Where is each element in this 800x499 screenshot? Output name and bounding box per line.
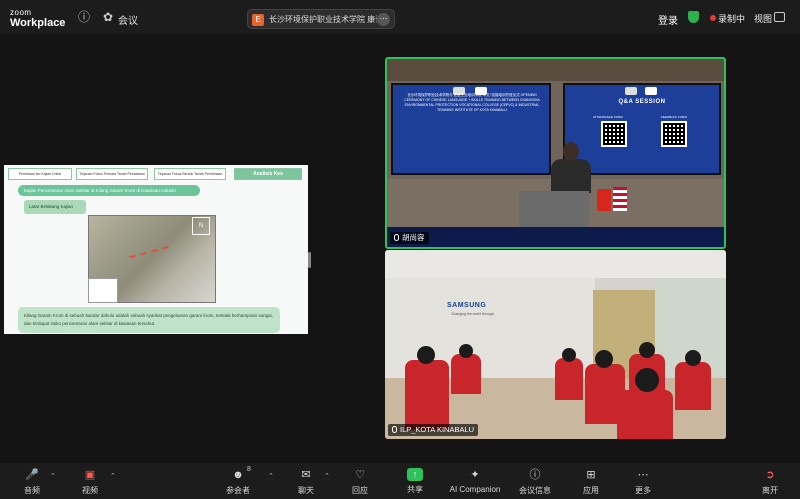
compass-icon: N [192,217,210,235]
mic-muted-icon: 🎤 [25,469,39,481]
participant-name: ILP_KOTA KINABALU [400,425,475,434]
college-logo-icon [625,87,637,95]
slide-tab-active: Analisis Kes [234,168,302,180]
ilp-logo-icon [645,87,657,95]
stage-table [387,227,724,247]
samsung-tagline: Changing the world through [451,312,495,316]
slide-tab: Pemetaan Isu Kajian Untuk Pembelajaran [8,168,72,180]
more-dots-icon[interactable]: ⋯ [377,13,390,26]
mic-icon [394,234,399,241]
qr-code-feedback [661,121,687,147]
meeting-title: 长沙环境保护职业技术学院 康诉 [269,15,377,24]
samsung-logo: SAMSUNG [447,302,487,309]
map-inset [88,278,118,303]
slide-tab: Tinjauan Fokus Bentuk Tanah Pembinaan [154,168,226,180]
student-head [639,342,655,358]
qr-code-attendance [601,121,627,147]
encryption-shield-icon[interactable] [688,11,699,23]
view-button[interactable]: 视图 [754,12,772,25]
slide-tab: Tinjauan Fokus Perkara Tanah Perdataran [76,168,148,180]
video-button[interactable]: ▣ 视频 [70,468,110,496]
participants-icon: ☻ [232,469,244,481]
slide-subheading: Latar Belakang Kajian [24,200,86,214]
meeting-toolbar: 🎤 音频 ⌃ ▣ 视频 ⌃ ☻ 参会者 8 ⌃ ✉ 聊天 ⌃ ♡ 回应 ↑ 共享… [0,463,800,499]
qa-title: Q&A SESSION [618,99,666,105]
student [617,390,673,439]
meeting-badge-icon: E [252,14,264,26]
video-tile-classroom[interactable]: SAMSUNG Changing the world through ILP_K… [385,250,726,439]
leave-button[interactable]: ➲ 离开 [750,468,790,496]
meeting-label: 会议 [118,16,138,27]
leave-icon: ➲ [765,469,775,481]
sparkle-icon: ✦ [470,469,480,481]
react-button[interactable]: ♡ 回应 [340,468,380,496]
heart-icon: ♡ [355,469,365,481]
slide-tabs: Pemetaan Isu Kajian Untuk Pembelajaran T… [8,168,304,181]
video-options-caret[interactable]: ⌃ [110,472,116,480]
malaysia-flag [613,187,627,211]
student [675,362,711,410]
ai-companion-button[interactable]: ✦ AI Companion [445,468,505,494]
more-dots-icon: ⋯ [637,469,649,481]
info-icon: ⓘ [529,469,541,481]
participant-name-tag: 胡尚容 [390,232,429,244]
more-button[interactable]: ⋯ 更多 [623,468,663,496]
student [451,354,481,394]
slide-paragraph: Kilang Garam Krom di sebuah bandar dahul… [18,307,280,333]
slide-heading: Kajian Pencemaran Alam Sekitar di Kilang… [18,185,200,196]
audio-button[interactable]: 🎤 音频 [12,468,52,496]
apps-icon: ⊞ [586,469,596,481]
login-button[interactable]: 登录 [658,12,678,27]
chat-icon: ✉ [301,469,311,481]
meeting-title-pill[interactable]: E 长沙环境保护职业技术学院 康诉 ⋯ [247,9,395,29]
china-flag [597,189,611,211]
qr-label-feedback: FEEDBACK FORM [661,115,687,119]
top-bar: zoom Workplace ⓘ ✿ 会议 E 长沙环境保护职业技术学院 康诉 … [0,0,800,34]
speaker-head [563,142,579,161]
chat-button[interactable]: ✉ 聊天 [286,468,326,496]
apps-button[interactable]: ⊞ 应用 [571,468,611,496]
zoom-logo: zoom Workplace [10,8,66,29]
ceiling [385,250,726,278]
student-head [635,368,659,392]
participant-name-tag: ILP_KOTA KINABALU [388,424,479,436]
audio-options-caret[interactable]: ⌃ [50,472,56,480]
pane-resize-handle[interactable] [308,252,311,268]
ceremony-slide-text: 长沙环境保护职业技术学院与 亚庇工业培训学院 中文+技能培训开班仪式 OPENI… [404,93,540,112]
projector-screen-left: 长沙环境保护职业技术学院与 亚庇工业培训学院 中文+技能培训开班仪式 OPENI… [391,83,551,175]
participants-button[interactable]: ☻ 参会者 [218,468,258,496]
participants-options-caret[interactable]: ⌃ [268,472,274,480]
meeting-info-button[interactable]: ⓘ 会议信息 [515,468,555,496]
student-head [459,344,473,358]
share-screen-icon: ↑ [407,468,423,481]
student-head [417,346,435,364]
chat-options-caret[interactable]: ⌃ [324,472,330,480]
speaker-figure [551,159,591,193]
video-tile-speaker[interactable]: 长沙环境保护职业技术学院与 亚庇工业培训学院 中文+技能培训开班仪式 OPENI… [385,57,726,249]
student-head [562,348,576,362]
shared-screen: Pemetaan Isu Kajian Untuk Pembelajaran T… [4,165,308,334]
student [555,358,583,400]
mic-icon [392,426,397,433]
paw-icon: ✿ [102,10,114,24]
participant-name: 胡尚容 [402,233,425,242]
student [405,360,449,430]
recording-status[interactable]: 录制中 [718,12,745,25]
participants-count: 8 [247,466,251,473]
student-head [595,350,613,368]
shield-info-icon[interactable]: ⓘ [76,9,92,25]
video-off-icon: ▣ [84,469,96,481]
share-button[interactable]: ↑ 共享 [395,468,435,495]
ceiling [387,59,724,81]
view-grid-icon[interactable] [774,12,785,22]
recording-dot-icon [710,15,716,21]
student-head [685,350,701,366]
qr-label-attendance: ATTENDANCE FORM [593,115,623,119]
